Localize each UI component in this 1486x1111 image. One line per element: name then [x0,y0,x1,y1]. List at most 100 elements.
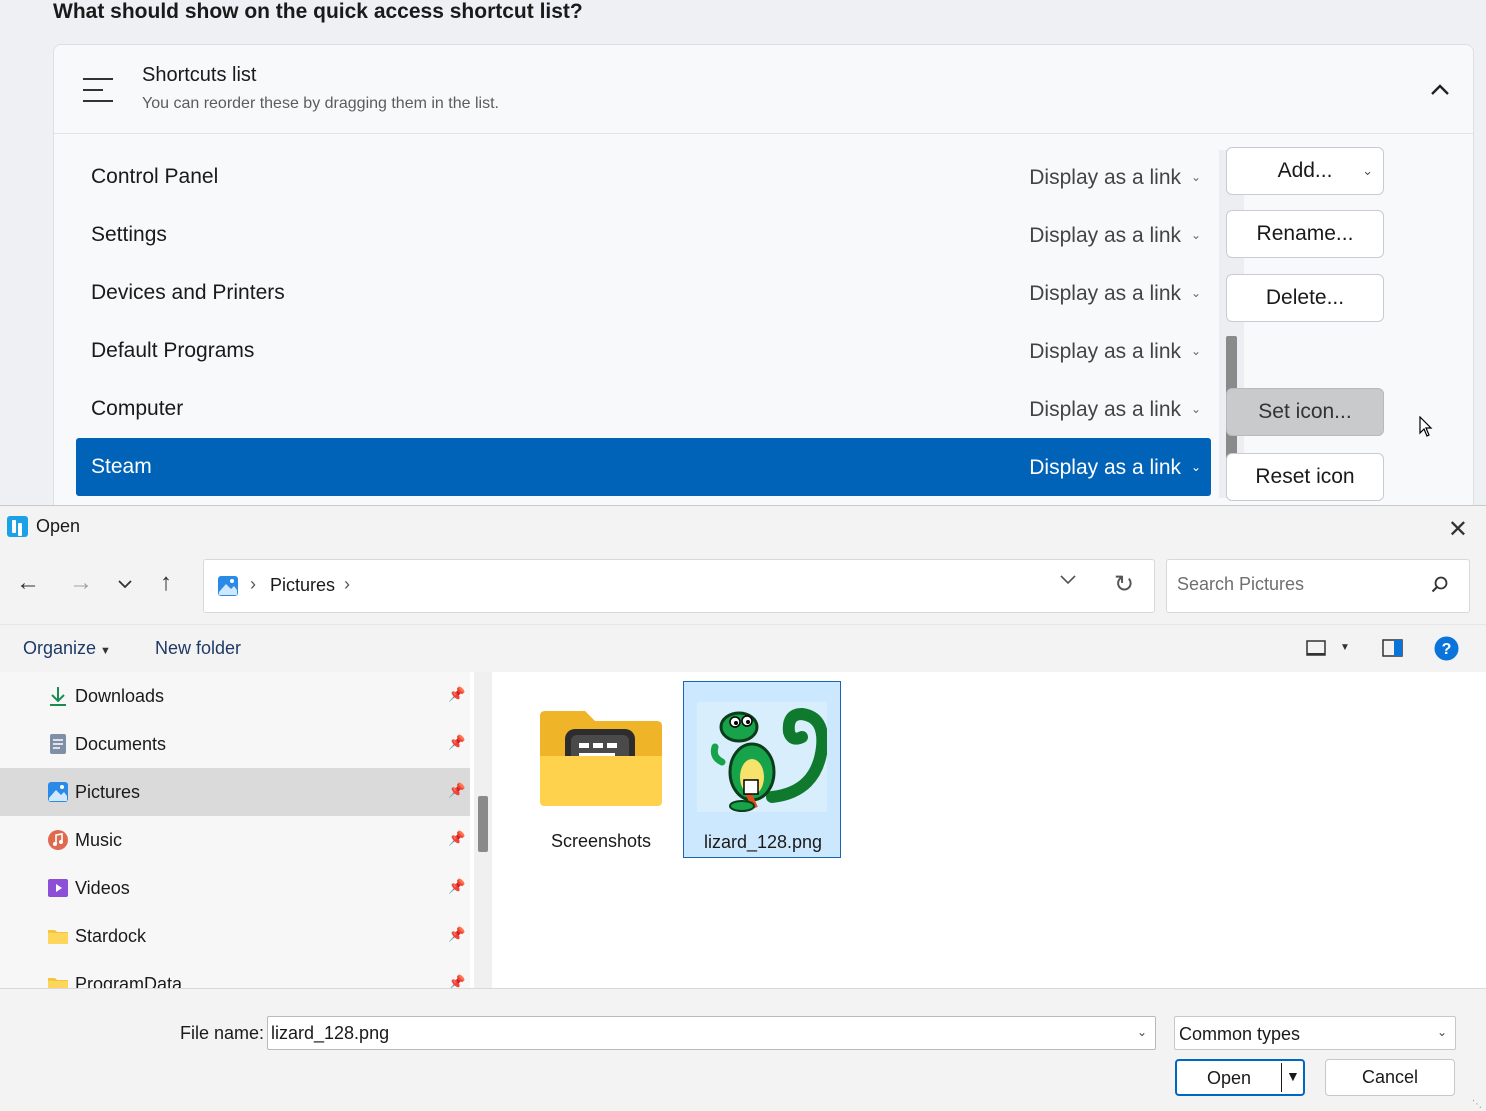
display-mode-dropdown[interactable]: Display as a link [1029,340,1181,364]
list-item-selected[interactable]: Steam Display as a link ⌄ [76,438,1211,496]
view-mode-icon[interactable] [1306,639,1328,659]
back-arrow-icon[interactable]: ← [16,569,40,597]
pin-icon[interactable]: 📌 [448,782,465,799]
file-item-lizard[interactable]: lizard_128.png [683,681,841,858]
forward-arrow-icon[interactable]: → [69,569,93,597]
pin-icon[interactable]: 📌 [448,734,465,751]
dialog-titlebar[interactable]: Open ✕ [0,506,1486,546]
chevron-down-icon[interactable]: ⌄ [1137,1025,1147,1039]
list-item[interactable]: Control Panel Display as a link ⌄ [76,148,1211,206]
refresh-icon[interactable]: ↻ [1114,570,1134,599]
folder-icon [48,930,68,944]
new-folder-button[interactable]: New folder [155,638,241,659]
address-bar[interactable]: › Pictures › ↻ [203,559,1155,613]
open-options-dropdown-icon[interactable]: ▼ [1286,1068,1300,1084]
caret-down-icon[interactable]: ▼ [1340,642,1350,653]
open-button-label: Open [1206,1068,1252,1088]
organize-label: Organize [23,638,97,658]
tree-item-videos[interactable]: Videos 📌 [0,864,470,912]
pin-icon[interactable]: 📌 [448,926,465,943]
pin-icon[interactable]: 📌 [448,830,465,847]
tree-item-downloads[interactable]: Downloads 📌 [0,672,470,720]
rename-button[interactable]: Rename... [1226,210,1384,258]
file-name-label: File name: [180,1023,265,1043]
dialog-footer: File name: ⌄ Common types ⌄ Open ▼ Cance… [0,988,1486,1111]
tree-item-label: Videos [75,878,130,898]
breadcrumb-separator-icon[interactable]: › [250,574,256,595]
pictures-icon [218,576,238,596]
add-button[interactable]: Add... ⌄ [1226,147,1384,195]
display-mode-dropdown[interactable]: Display as a link [1029,166,1181,190]
tree-item-stardock[interactable]: Stardock 📌 [0,912,470,960]
tree-item-pictures[interactable]: Pictures 📌 [0,768,470,816]
display-mode-dropdown[interactable]: Display as a link [1029,282,1181,306]
display-mode-dropdown[interactable]: Display as a link [1029,398,1181,422]
chevron-down-icon[interactable]: ⌄ [1437,1025,1447,1039]
documents-icon [50,734,66,754]
search-icon[interactable] [1431,576,1449,594]
pictures-icon [48,782,68,802]
breadcrumb-pictures[interactable]: Pictures [270,575,335,596]
navigation-pane[interactable]: Downloads 📌 Documents 📌 Pictures 📌 Music… [0,672,470,988]
scrollbar-thumb[interactable] [478,796,488,852]
tree-item-label: Documents [75,734,167,754]
list-item[interactable]: Computer Display as a link ⌄ [76,380,1211,438]
chevron-up-icon[interactable] [1429,79,1451,101]
file-list[interactable]: Screenshots lizard_128.png [497,672,1486,988]
file-name-input[interactable] [271,1023,1111,1044]
reset-icon-button[interactable]: Reset icon [1226,453,1384,501]
chevron-down-icon[interactable]: ⌄ [1191,402,1201,416]
resize-grip-icon[interactable]: ⋱ [1472,1099,1482,1110]
preview-pane-icon[interactable] [1382,638,1404,658]
split-divider [1281,1063,1282,1092]
chevron-down-icon[interactable]: ⌄ [1191,344,1201,358]
lizard-image-thumbnail [697,702,827,812]
recent-locations-icon[interactable] [117,579,133,589]
card-subtitle: You can reorder these by dragging them i… [142,95,499,112]
dialog-title: Open [36,516,81,536]
caret-down-icon: ▼ [100,645,111,657]
dialog-content: Downloads 📌 Documents 📌 Pictures 📌 Music… [0,672,1486,988]
tree-item-documents[interactable]: Documents 📌 [0,720,470,768]
navigation-bar: ← → ↑ › Pictures › ↻ [0,546,1486,624]
set-icon-button[interactable]: Set icon... [1226,388,1384,436]
breadcrumb-separator-icon[interactable]: › [344,574,350,595]
list-item[interactable]: Default Programs Display as a link ⌄ [76,322,1211,380]
add-button-label: Add... [1277,159,1333,182]
organize-menu[interactable]: Organize ▼ [23,638,111,659]
shortcuts-card-header[interactable]: Shortcuts list You can reorder these by … [54,45,1473,134]
chevron-down-icon[interactable]: ⌄ [1191,460,1201,474]
list-item[interactable]: Devices and Printers Display as a link ⌄ [76,264,1211,322]
chevron-down-icon[interactable]: ⌄ [1191,286,1201,300]
shortcuts-list[interactable]: Control Panel Display as a link ⌄ Settin… [76,148,1211,496]
address-history-icon[interactable] [1059,573,1077,585]
close-icon[interactable]: ✕ [1448,515,1468,544]
display-mode-dropdown[interactable]: Display as a link [1029,456,1181,480]
list-item[interactable]: Settings Display as a link ⌄ [76,206,1211,264]
chevron-down-icon[interactable]: ⌄ [1191,170,1201,184]
up-arrow-icon[interactable]: ↑ [160,569,172,597]
tree-item-music[interactable]: Music 📌 [0,816,470,864]
tree-item-programdata[interactable]: ProgramData 📌 [0,960,470,988]
search-box[interactable] [1166,559,1470,613]
display-mode-dropdown[interactable]: Display as a link [1029,224,1181,248]
open-button[interactable]: Open ▼ [1175,1059,1305,1096]
pin-icon[interactable]: 📌 [448,974,465,988]
search-input[interactable] [1177,574,1427,595]
cancel-button[interactable]: Cancel [1325,1059,1455,1096]
list-scrollbar[interactable] [1219,150,1244,498]
help-icon[interactable]: ? [1434,636,1459,661]
delete-button[interactable]: Delete... [1226,274,1384,322]
list-icon [83,78,113,102]
item-name: Computer [91,397,184,420]
navigation-pane-scrollbar[interactable] [474,672,492,988]
pin-icon[interactable]: 📌 [448,878,465,895]
file-name-field[interactable]: ⌄ [267,1016,1156,1050]
file-item-screenshots[interactable]: Screenshots [522,681,680,858]
chevron-down-icon[interactable]: ⌄ [1191,228,1201,242]
pin-icon[interactable]: 📌 [448,686,465,703]
chevron-down-icon: ⌄ [1362,163,1373,178]
file-type-select[interactable]: Common types ⌄ [1174,1016,1456,1050]
tree-item-label: Pictures [75,782,141,802]
tree-item-label: Stardock [75,926,147,946]
